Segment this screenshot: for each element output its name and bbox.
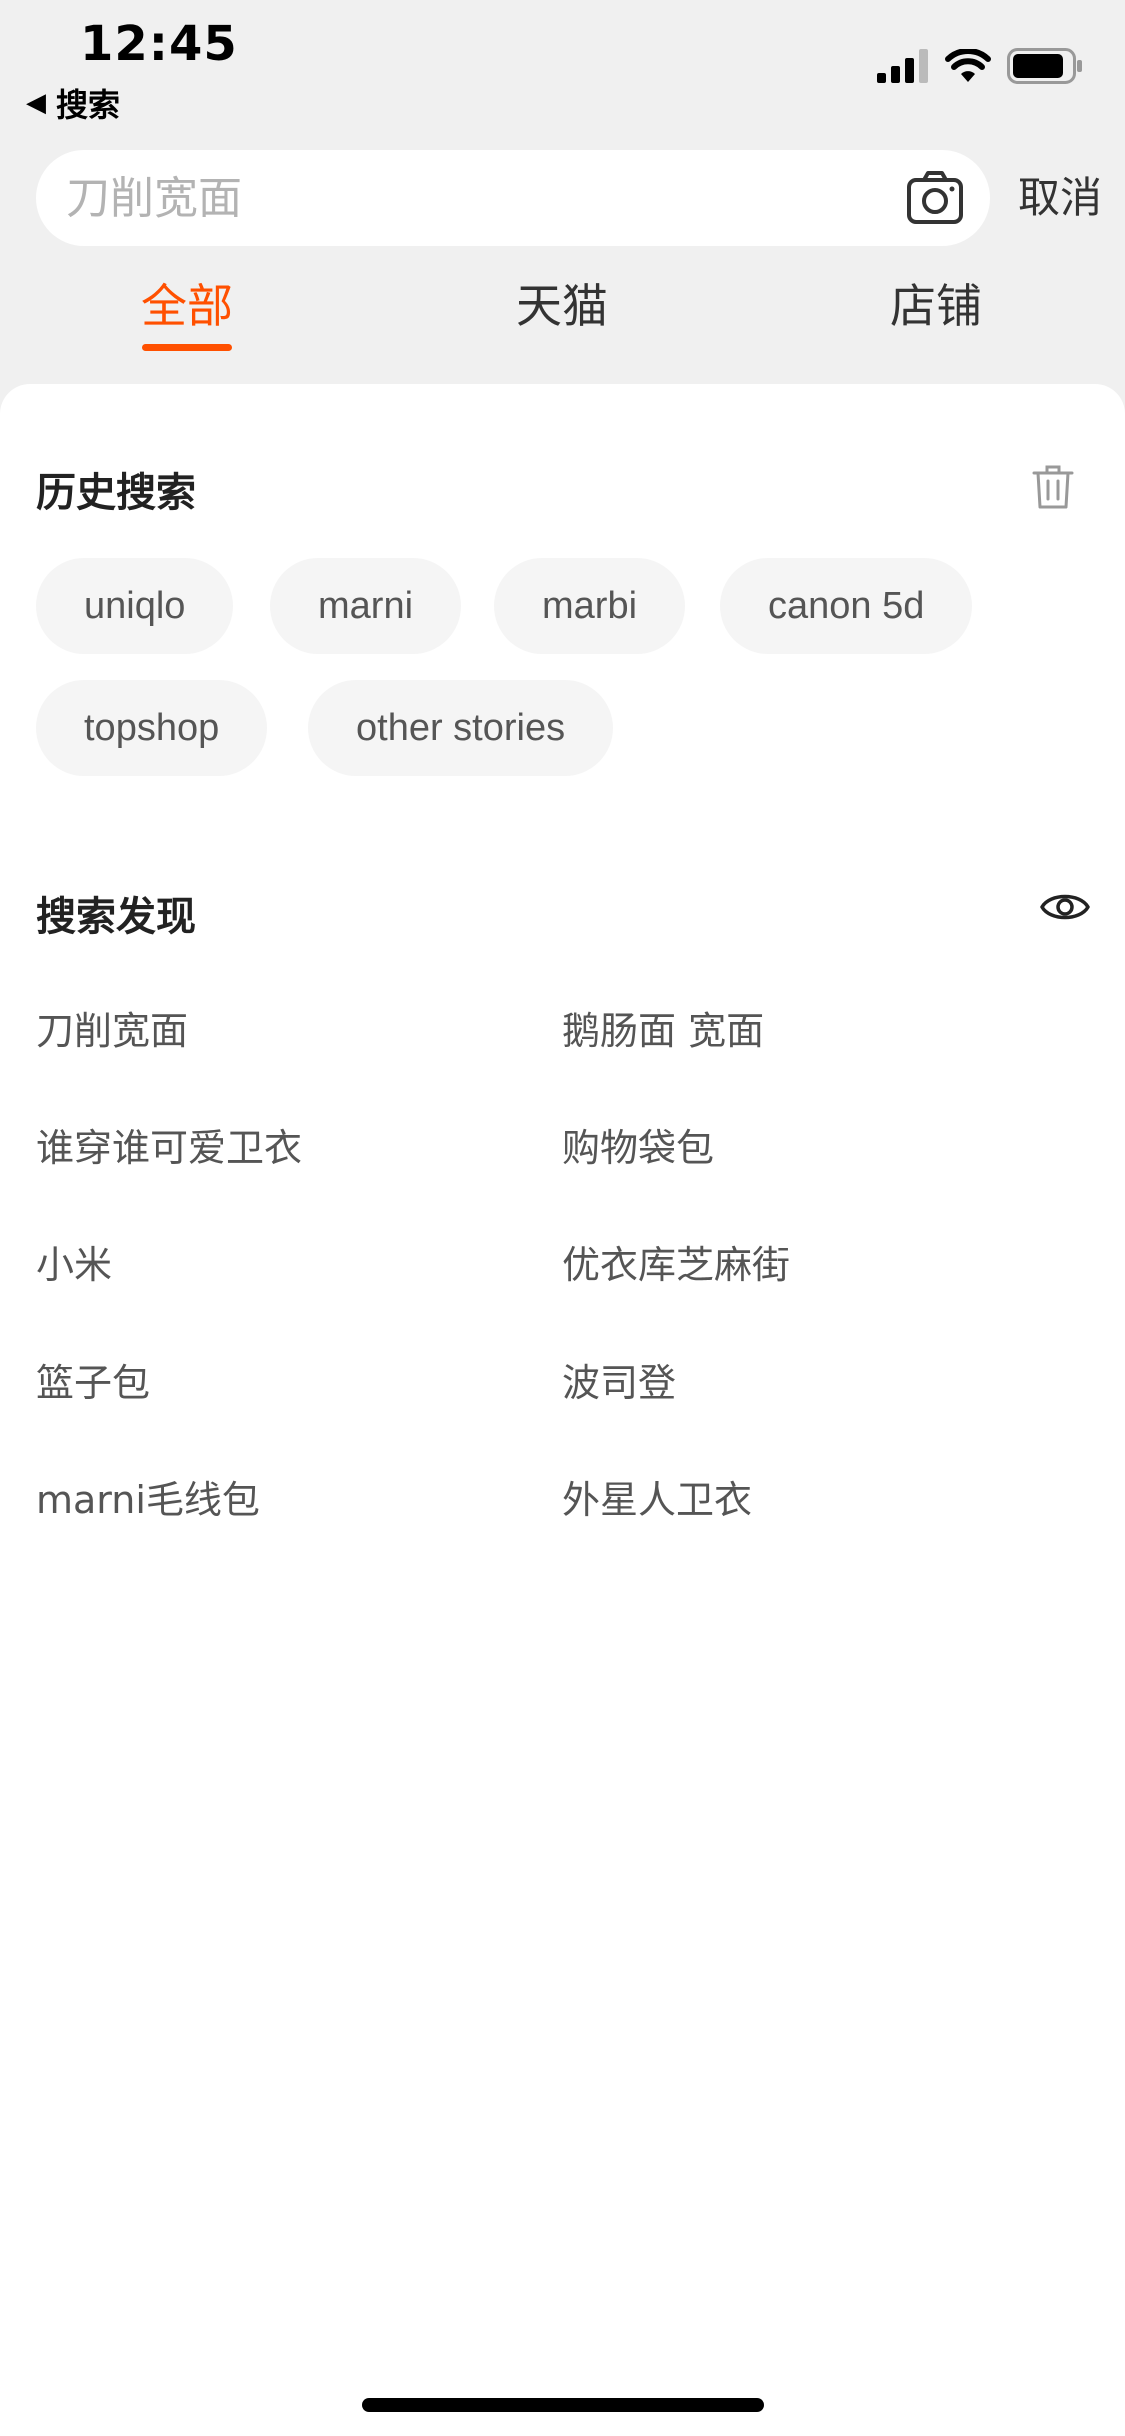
back-triangle-icon: ◀	[26, 88, 46, 118]
search-input[interactable]	[66, 150, 886, 246]
history-chip[interactable]: canon 5d	[720, 558, 973, 654]
history-chip[interactable]: marni	[270, 558, 462, 654]
history-chip[interactable]: uniqlo	[36, 558, 234, 654]
cellular-signal-icon	[877, 49, 928, 83]
discover-item[interactable]: 购物袋包	[562, 1117, 714, 1172]
active-tab-indicator	[142, 344, 232, 351]
history-chip[interactable]: topshop	[36, 680, 268, 776]
discover-item[interactable]: 优衣库芝麻街	[562, 1234, 790, 1289]
search-screen: 12:45 ◀ 搜索 刀削宽面 取消 全部 天猫 店铺 历史搜索 uniqlo …	[0, 0, 1125, 2436]
discover-item[interactable]: 外星人卫衣	[562, 1469, 752, 1524]
trash-icon[interactable]	[1032, 464, 1074, 510]
discover-item[interactable]: 波司登	[562, 1352, 676, 1407]
history-chip[interactable]: marbi	[494, 558, 686, 654]
search-row: 取消	[36, 150, 1106, 246]
eye-icon[interactable]	[1040, 889, 1090, 925]
tab-shops[interactable]: 店铺	[836, 270, 1036, 360]
discover-item[interactable]: 小米	[36, 1234, 112, 1289]
discover-item[interactable]: 篮子包	[36, 1352, 150, 1407]
search-suggestions-panel: 历史搜索 uniqlo marni marbi canon 5d topshop…	[0, 384, 1125, 2436]
discover-item[interactable]: marni毛线包	[36, 1469, 260, 1524]
wifi-icon	[945, 49, 991, 82]
battery-icon	[1007, 48, 1082, 84]
discover-item[interactable]: 谁穿谁可爱卫衣	[36, 1117, 302, 1172]
discover-title: 搜索发现	[36, 894, 196, 940]
history-chip[interactable]: other stories	[308, 680, 614, 776]
discover-item[interactable]: 刀削宽面	[36, 1000, 188, 1055]
home-indicator[interactable]	[362, 2398, 764, 2412]
back-to-app-link[interactable]: ◀ 搜索	[26, 80, 120, 126]
status-icons	[877, 48, 1083, 84]
search-box[interactable]	[36, 150, 990, 246]
discover-item[interactable]: 鹅肠面 宽面	[562, 1000, 764, 1055]
tab-tmall[interactable]: 天猫	[462, 270, 662, 360]
back-label: 搜索	[56, 86, 121, 124]
history-title: 历史搜索	[36, 470, 196, 516]
status-time: 12:45	[80, 16, 238, 72]
cancel-button[interactable]: 取消	[1018, 150, 1102, 246]
camera-icon[interactable]	[906, 170, 964, 226]
